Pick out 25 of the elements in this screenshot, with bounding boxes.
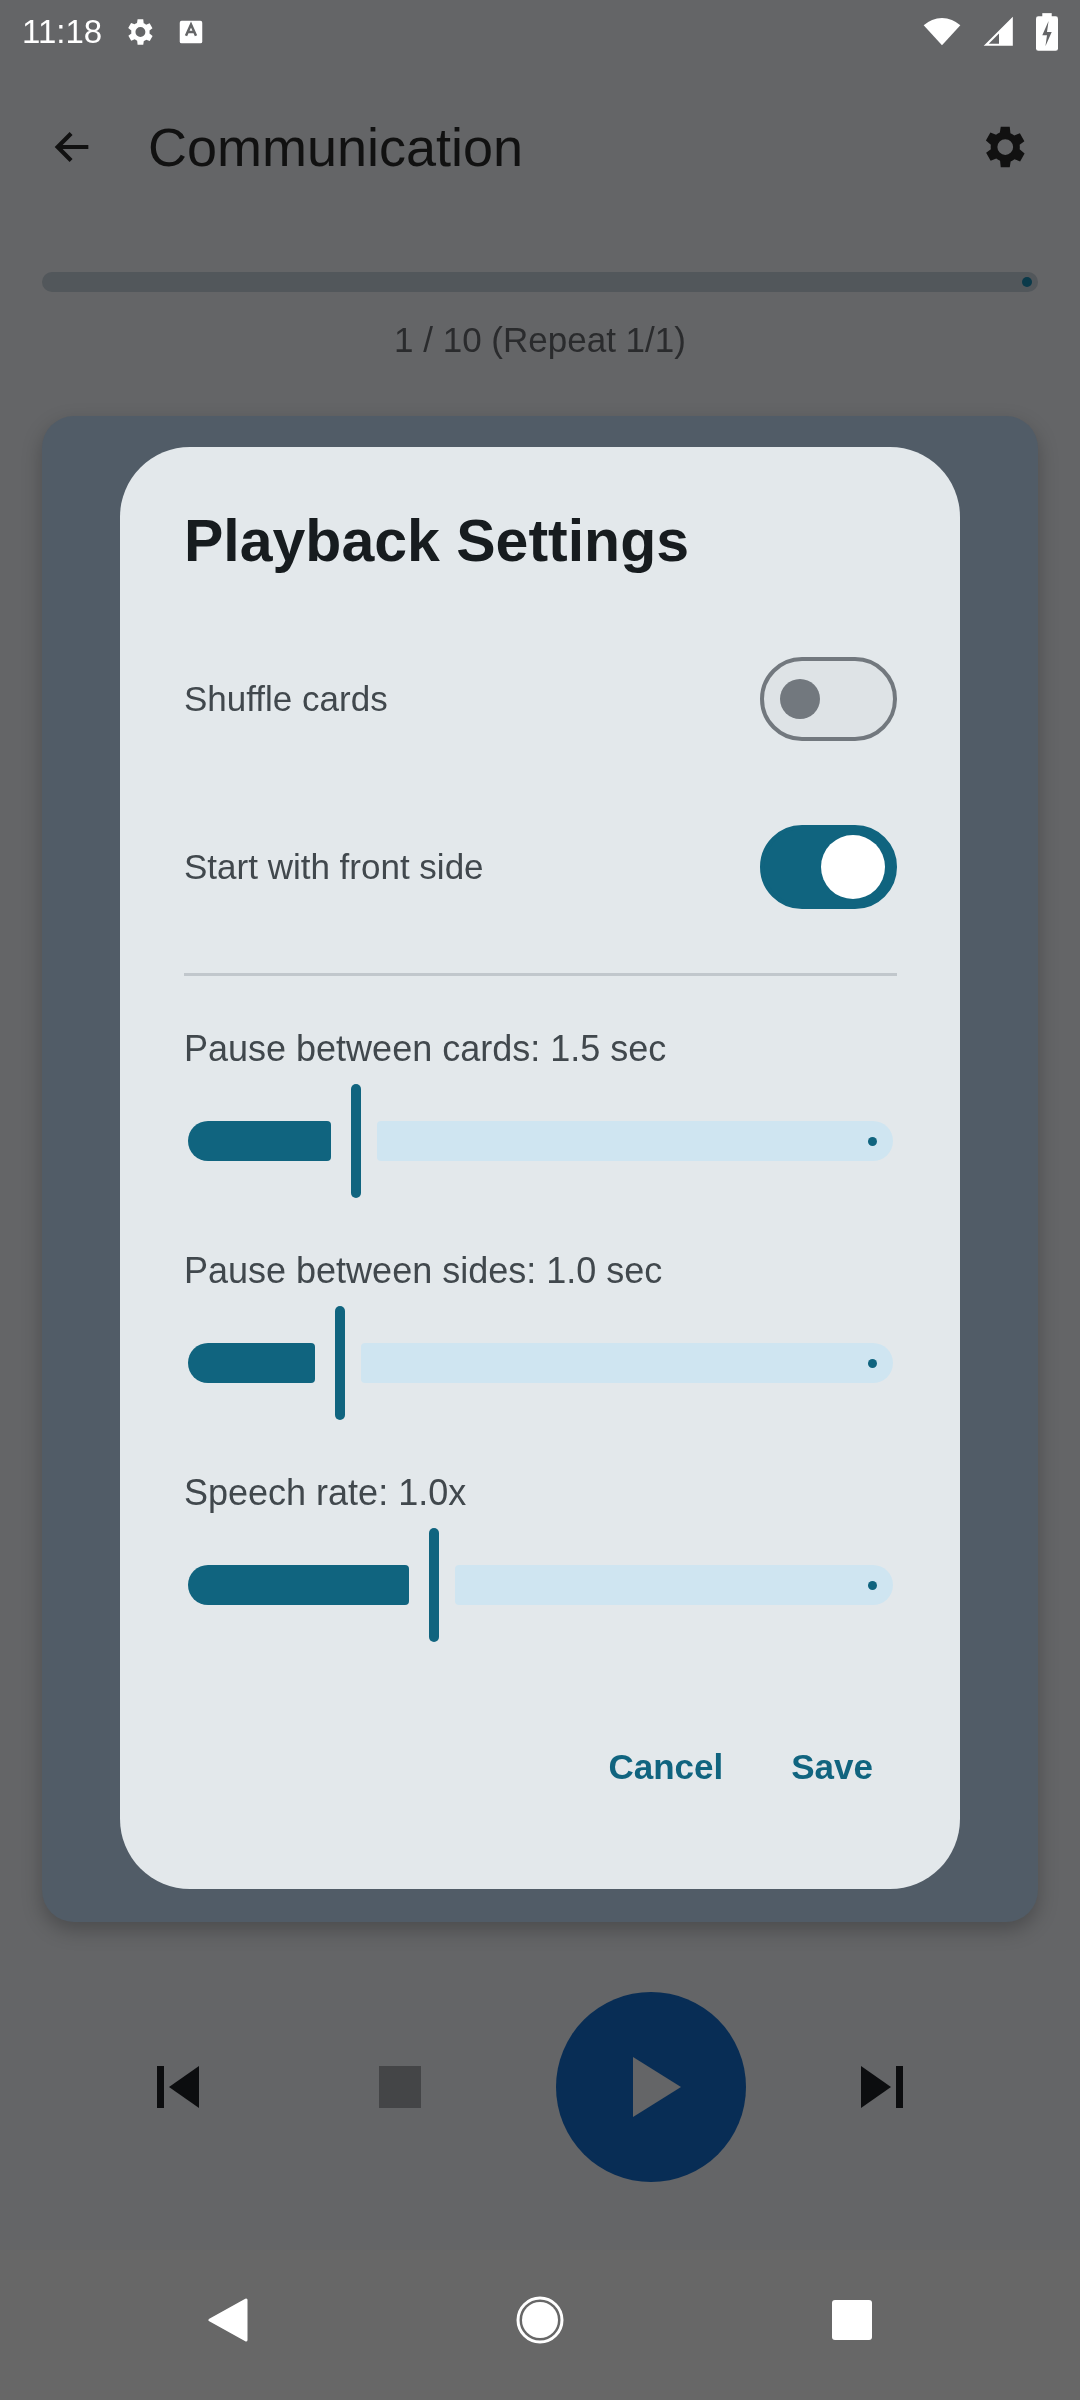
skip-next-icon[interactable] xyxy=(861,2066,903,2108)
signal-icon xyxy=(982,15,1016,49)
text-button[interactable]: Save xyxy=(767,1727,897,1807)
battery-icon xyxy=(1036,13,1058,51)
text-button[interactable]: Cancel xyxy=(584,1727,748,1807)
play-icon xyxy=(633,2057,681,2117)
screen-title: Communication xyxy=(148,116,524,178)
slider-thumb[interactable] xyxy=(428,1528,439,1642)
slider-label: Speech rate: 1.0x xyxy=(184,1472,468,1514)
skip-previous-icon[interactable] xyxy=(157,2066,199,2108)
status-time: 11:18 xyxy=(22,13,103,51)
stop-indicator-dot xyxy=(868,1358,877,1368)
dialog-title: Playback Settings xyxy=(184,507,690,575)
slider-label: Pause between sides: 1.0 sec xyxy=(184,1250,664,1292)
nav-home-icon[interactable] xyxy=(516,2296,564,2344)
card-counter: 1 / 10 (Repeat 1/1) xyxy=(393,320,687,360)
nav-back-icon[interactable] xyxy=(208,2298,248,2342)
stop-indicator-dot xyxy=(868,1136,877,1146)
slider-thumb[interactable] xyxy=(335,1306,345,1420)
setting-label: Start with front side xyxy=(184,847,484,887)
slider-label: Pause between cards: 1.5 sec xyxy=(184,1028,668,1070)
stop-indicator-dot xyxy=(1022,277,1032,287)
slider-thumb[interactable] xyxy=(350,1084,361,1198)
setting-label: Shuffle cards xyxy=(184,679,388,719)
stop-indicator-dot xyxy=(868,1580,877,1590)
